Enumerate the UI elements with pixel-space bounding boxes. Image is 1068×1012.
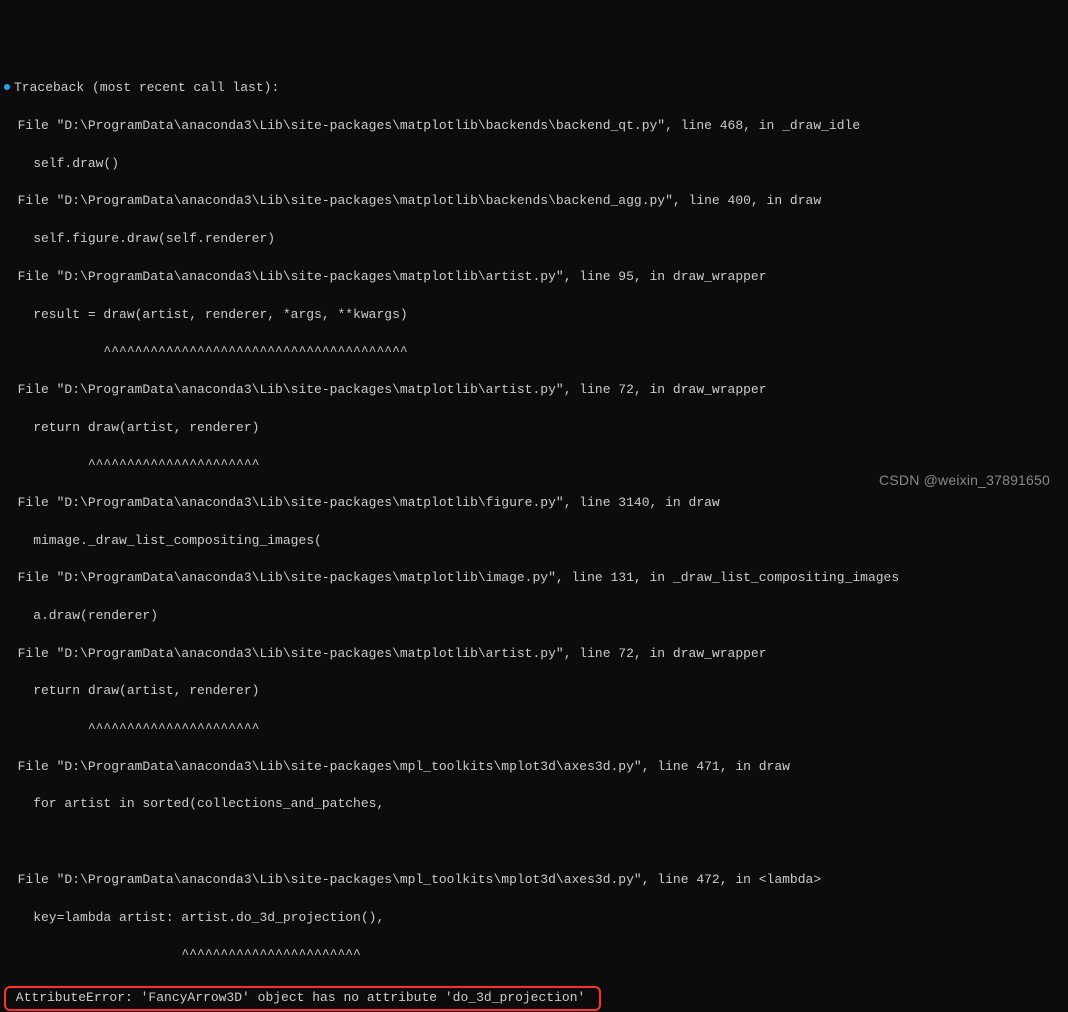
log-bullet-icon	[4, 84, 10, 90]
frame-location: File "D:\ProgramData\anaconda3\Lib\site-…	[2, 381, 1066, 400]
frame-code: for artist in sorted(collections_and_pat…	[2, 795, 1066, 814]
frame-code: self.figure.draw(self.renderer)	[2, 230, 1066, 249]
frame-code: self.draw()	[2, 155, 1066, 174]
traceback-header: Traceback (most recent call last):	[2, 79, 1066, 98]
frame-caret: ^^^^^^^^^^^^^^^^^^^^^^	[2, 720, 1066, 739]
traceback-header-text: Traceback (most recent call last):	[14, 80, 279, 95]
frame-code: return draw(artist, renderer)	[2, 682, 1066, 701]
frame-location: File "D:\ProgramData\anaconda3\Lib\site-…	[2, 758, 1066, 777]
frame-location: File "D:\ProgramData\anaconda3\Lib\site-…	[2, 569, 1066, 588]
frame-code: a.draw(renderer)	[2, 607, 1066, 626]
frame-caret: ^^^^^^^^^^^^^^^^^^^^^^^^^^^^^^^^^^^^^^^	[2, 343, 1066, 362]
frame-code: key=lambda artist: artist.do_3d_projecti…	[2, 909, 1066, 928]
frame-location: File "D:\ProgramData\anaconda3\Lib\site-…	[2, 117, 1066, 136]
frame-location: File "D:\ProgramData\anaconda3\Lib\site-…	[2, 645, 1066, 664]
watermark-text: CSDN @weixin_37891650	[879, 470, 1050, 490]
frame-caret: ^^^^^^^^^^^^^^^^^^^^^^^	[2, 946, 1066, 965]
frame-location: File "D:\ProgramData\anaconda3\Lib\site-…	[2, 192, 1066, 211]
frame-code: return draw(artist, renderer)	[2, 419, 1066, 438]
frame-code: mimage._draw_list_compositing_images(	[2, 532, 1066, 551]
blank-line	[2, 833, 1066, 852]
frame-location: File "D:\ProgramData\anaconda3\Lib\site-…	[2, 268, 1066, 287]
error-highlight-box: AttributeError: 'FancyArrow3D' object ha…	[4, 986, 601, 1011]
frame-location: File "D:\ProgramData\anaconda3\Lib\site-…	[2, 494, 1066, 513]
frame-location: File "D:\ProgramData\anaconda3\Lib\site-…	[2, 871, 1066, 890]
error-message: AttributeError: 'FancyArrow3D' object ha…	[8, 990, 593, 1005]
frame-code: result = draw(artist, renderer, *args, *…	[2, 306, 1066, 325]
